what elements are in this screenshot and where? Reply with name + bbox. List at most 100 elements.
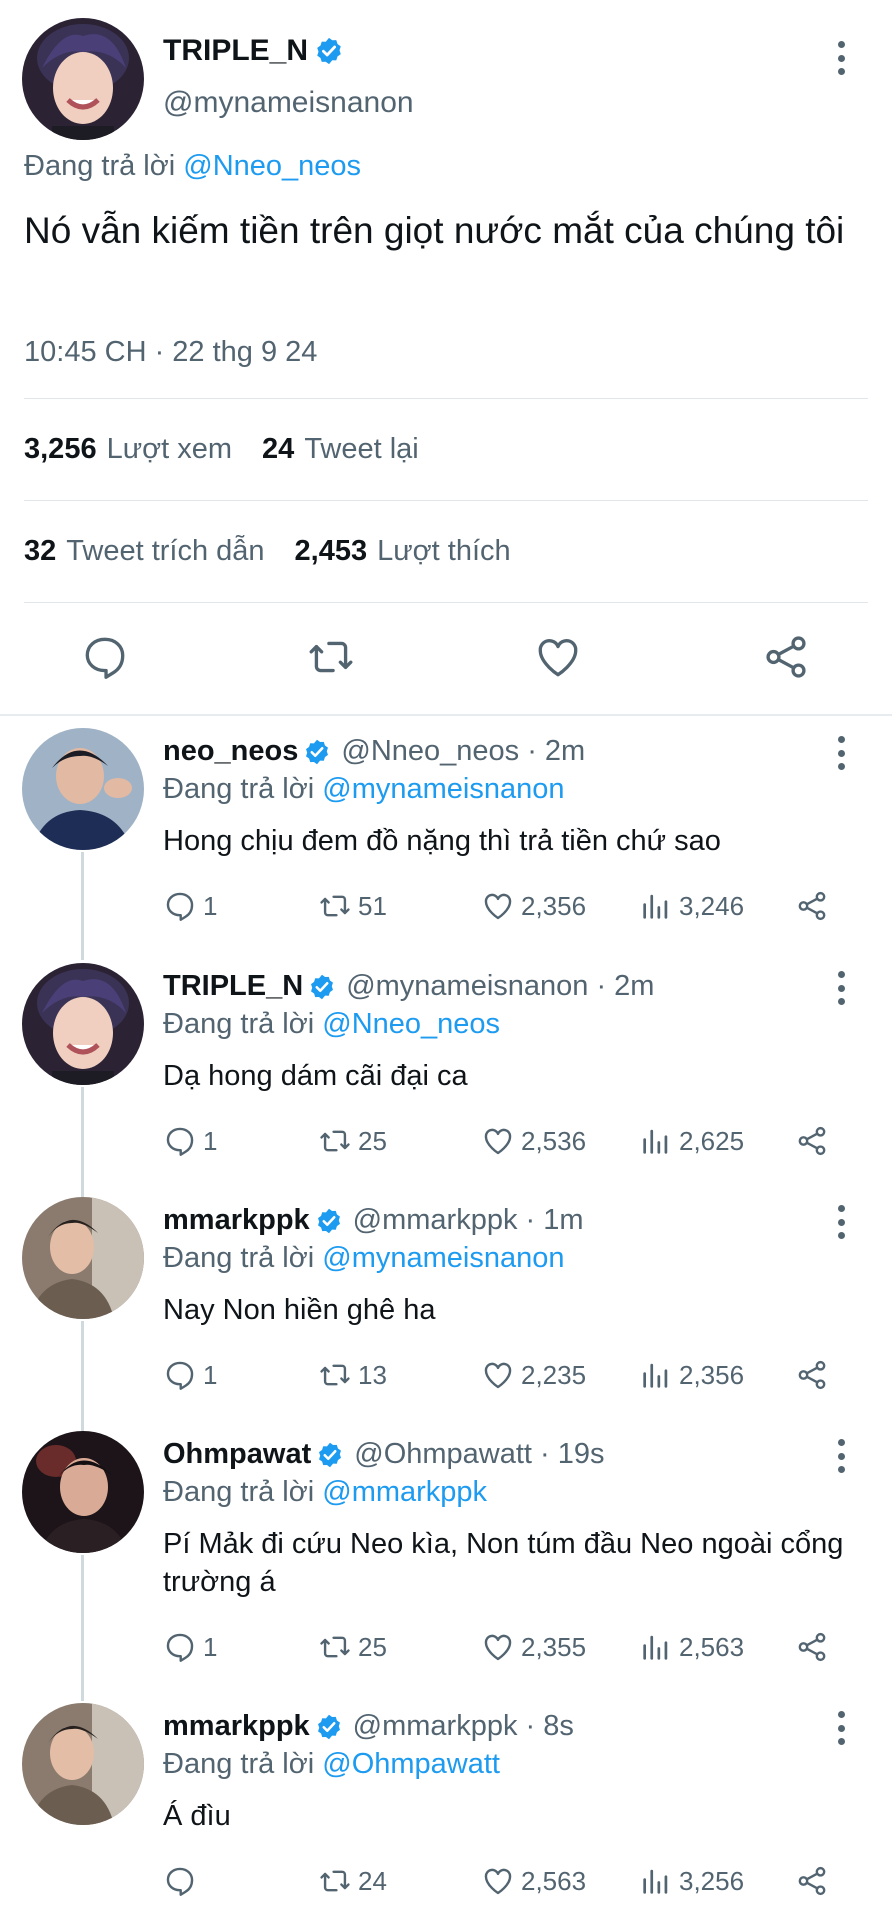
avatar[interactable] [22,728,144,850]
stats-row-likes: 32 Tweet trích dẫn 2,453 Lượt thích [24,535,541,568]
more-options-icon[interactable] [831,1205,851,1239]
more-options-icon[interactable] [831,41,851,75]
replying-to: Đang trả lời @Nneo_neos [24,150,361,183]
replying-to-handle[interactable]: @Nneo_neos [322,1008,500,1040]
replying-to-handle[interactable]: @Nneo_neos [183,150,361,182]
share-button[interactable] [795,1864,835,1898]
handle-and-time[interactable]: @Nneo_neos · 2m [341,735,585,768]
like-button[interactable]: 2,235 [481,1358,586,1392]
views-button[interactable]: 2,563 [639,1630,744,1664]
retweet-icon[interactable] [306,632,356,682]
more-options-icon[interactable] [831,1439,851,1473]
avatar[interactable] [22,1703,144,1825]
handle-and-time[interactable]: @mmarkppk · 1m [353,1204,584,1237]
reply-button[interactable] [163,1864,203,1898]
replying-to-handle[interactable]: @mynameisnanon [322,1242,564,1274]
retweet-button[interactable]: 51 [318,889,387,923]
retweet-button[interactable]: 24 [318,1864,387,1898]
main-display-name[interactable]: TRIPLE_N [163,34,344,68]
views-button[interactable]: 3,246 [639,889,744,923]
retweet-icon [320,1870,350,1892]
views-label: Lượt xem [106,433,233,465]
share-icon [798,891,826,921]
display-name[interactable]: neo_neos [163,735,298,768]
main-handle[interactable]: @mynameisnanon [163,86,414,120]
avatar[interactable] [22,1197,144,1319]
views-icon [643,1635,668,1660]
like-button[interactable]: 2,563 [481,1864,586,1898]
section-divider [0,714,892,716]
replying-prefix: Đang trả lời [163,1008,323,1040]
handle-and-time[interactable]: @Ohmpawatt · 19s [354,1438,604,1471]
display-name[interactable]: mmarkppk [163,1204,310,1237]
reply-header: mmarkppk @mmarkppk · 1m [163,1204,584,1237]
more-options-icon[interactable] [831,971,851,1005]
like-icon [484,1634,512,1661]
retweet-button[interactable]: 13 [318,1358,387,1392]
retweet-button[interactable]: 25 [318,1630,387,1664]
like-count: 2,235 [521,1359,587,1390]
reply-button[interactable]: 1 [163,1124,217,1158]
avatar[interactable] [22,18,144,140]
retweet-count: 13 [358,1359,387,1390]
share-button[interactable] [795,889,835,923]
views-icon [643,894,668,919]
quotes-count[interactable]: 32 [24,535,56,568]
reply-header: neo_neos @Nneo_neos · 2m [163,735,585,768]
replying-to-handle[interactable]: @Ohmpawatt [322,1748,500,1780]
reply-button[interactable]: 1 [163,1630,217,1664]
tweet-timestamp[interactable]: 10:45 CH · 22 thg 9 24 [24,336,317,369]
avatar[interactable] [22,963,144,1085]
share-button[interactable] [795,1358,835,1392]
retweet-button[interactable]: 25 [318,1124,387,1158]
views-button[interactable]: 2,625 [639,1124,744,1158]
like-button[interactable]: 2,536 [481,1124,586,1158]
like-button[interactable]: 2,355 [481,1630,586,1664]
likes-label[interactable]: Lượt thích [377,535,511,568]
verified-badge-icon [317,1714,340,1739]
reply-count: 1 [203,890,218,921]
replying-prefix: Đang trả lời [163,1476,323,1508]
retweet-icon [320,895,350,917]
stats-row-views: 3,256 Lượt xem 24 Tweet lại [24,433,449,466]
like-button[interactable]: 2,356 [481,889,586,923]
tweet-action-bar [0,632,892,688]
like-icon [484,1362,512,1389]
likes-count[interactable]: 2,453 [295,535,368,568]
reply-icon[interactable] [80,632,130,682]
tweet-text: Nó vẫn kiếm tiền trên giọt nước mắt của … [24,210,845,251]
reply-action-bar: 1 25 2,355 2,563 [163,1630,853,1666]
replying-prefix: Đang trả lời [163,1242,323,1274]
handle-and-time[interactable]: @mynameisnanon · 2m [346,970,654,1003]
display-name[interactable]: mmarkppk [163,1710,310,1743]
reply-action-bar: 24 2,563 3,256 [163,1864,853,1900]
like-count: 2,355 [521,1631,587,1662]
view-count: 2,563 [679,1631,745,1662]
share-icon[interactable] [761,632,811,682]
reply-count: 1 [203,1359,218,1390]
divider [24,500,868,501]
like-icon[interactable] [533,632,583,682]
display-name[interactable]: Ohmpawat [163,1438,311,1471]
share-button[interactable] [795,1124,835,1158]
more-options-icon[interactable] [831,736,851,770]
retweet-icon [320,1364,350,1386]
retweets-count[interactable]: 24 [262,433,294,466]
replying-to-handle[interactable]: @mmarkppk [322,1476,487,1508]
display-name[interactable]: TRIPLE_N [163,970,303,1003]
share-button[interactable] [795,1630,835,1664]
replying-to-handle[interactable]: @mynameisnanon [322,773,564,805]
view-count: 3,256 [679,1865,745,1896]
reply-icon [166,1633,194,1662]
replying-to: Đang trả lời @mynameisnanon [163,1242,564,1275]
quotes-label[interactable]: Tweet trích dẫn [66,535,264,568]
avatar[interactable] [22,1431,144,1553]
reply-button[interactable]: 1 [163,1358,217,1392]
handle-and-time[interactable]: @mmarkppk · 8s [353,1710,574,1743]
more-options-icon[interactable] [831,1711,851,1745]
views-button[interactable]: 2,356 [639,1358,744,1392]
reply-button[interactable]: 1 [163,889,217,923]
display-name-text[interactable]: TRIPLE_N [163,34,308,68]
views-button[interactable]: 3,256 [639,1864,744,1898]
retweets-label[interactable]: Tweet lại [304,433,418,466]
